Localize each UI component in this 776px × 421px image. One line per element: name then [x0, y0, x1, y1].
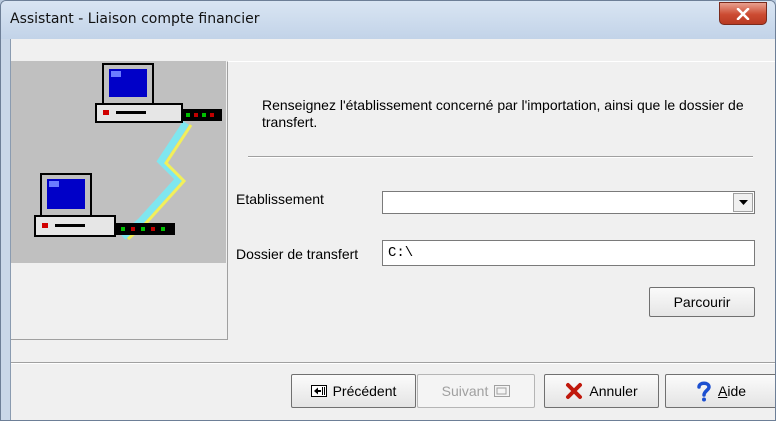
- next-button[interactable]: Suivant: [417, 374, 535, 408]
- close-icon: [736, 7, 750, 20]
- question-mark-icon: [697, 381, 711, 402]
- previous-label: Précédent: [332, 383, 397, 399]
- button-bar: Précédent Suivant Annuler Aide: [11, 363, 775, 420]
- close-button[interactable]: [719, 2, 767, 25]
- combo-dropdown-button[interactable]: [733, 193, 753, 212]
- chevron-down-icon: [738, 200, 748, 205]
- arrow-left-icon: [310, 385, 327, 397]
- wizard-panel: Renseignez l'établissement concerné par …: [11, 39, 775, 340]
- etablissement-label: Etablissement: [236, 191, 324, 207]
- cancel-button[interactable]: Annuler: [544, 374, 659, 408]
- red-x-icon: [566, 383, 583, 399]
- help-button[interactable]: Aide: [665, 374, 775, 408]
- window-title: Assistant - Liaison compte financier: [10, 11, 260, 27]
- separator: [248, 156, 753, 158]
- cancel-label: Annuler: [589, 383, 638, 399]
- arrow-right-icon: [494, 385, 511, 397]
- browse-button[interactable]: Parcourir: [649, 287, 755, 317]
- title-bar[interactable]: Assistant - Liaison compte financier: [1, 1, 775, 39]
- wizard-client: Renseignez l'établissement concerné par …: [10, 39, 775, 420]
- dossier-input[interactable]: [382, 240, 755, 266]
- form-area: Renseignez l'établissement concerné par …: [227, 61, 775, 340]
- dossier-label: Dossier de transfert: [236, 246, 359, 262]
- network-computers-icon: [11, 61, 226, 263]
- previous-button[interactable]: Précédent: [291, 374, 416, 408]
- intro-text: Renseignez l'établissement concerné par …: [262, 97, 744, 130]
- etablissement-combo[interactable]: [382, 191, 755, 214]
- next-label: Suivant: [441, 383, 489, 399]
- wizard-window: Assistant - Liaison compte financier Ren…: [0, 0, 776, 421]
- help-label: Aide: [717, 383, 747, 399]
- status-strip: [11, 340, 775, 363]
